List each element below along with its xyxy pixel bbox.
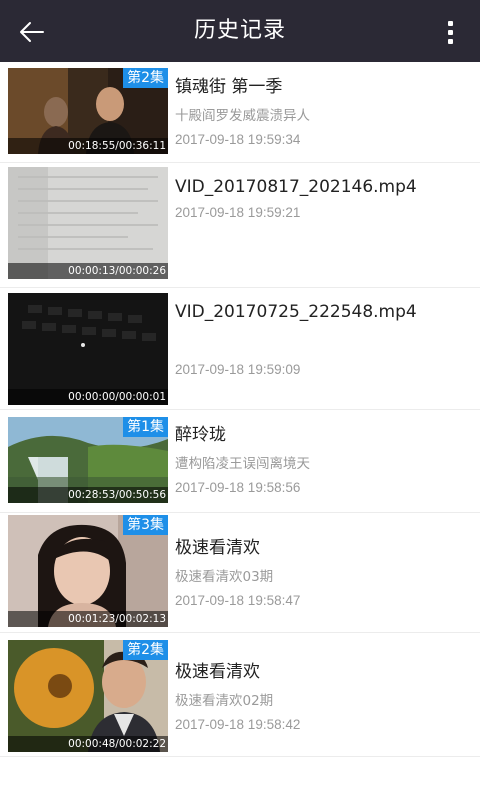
video-title: VID_20170817_202146.mp4: [175, 177, 417, 197]
play-progress: 00:18:55/00:36:11: [8, 138, 168, 154]
episode-badge: 第3集: [123, 515, 168, 535]
arrow-left-icon: [20, 22, 44, 42]
back-button[interactable]: [14, 14, 50, 50]
history-item[interactable]: 第1集 00:28:53/00:50:56 醉玲珑 遭构陷凌王误闯离境天 201…: [0, 410, 480, 513]
watch-time: 2017-09-18 19:58:42: [175, 717, 301, 732]
video-title: 极速看清欢: [175, 538, 260, 558]
play-progress: 00:01:23/00:02:13: [8, 611, 168, 627]
video-subtitle: 十殿阎罗发威震溃异人: [175, 108, 310, 124]
episode-badge: 第2集: [123, 640, 168, 660]
history-item[interactable]: 第2集 00:00:48/00:02:22 极速看清欢 极速看清欢02期 201…: [0, 633, 480, 757]
play-progress: 00:28:53/00:50:56: [8, 487, 168, 503]
watch-time: 2017-09-18 19:59:21: [175, 205, 301, 220]
video-thumbnail: 第2集 00:18:55/00:36:11: [8, 68, 168, 154]
watch-time: 2017-09-18 19:58:47: [175, 593, 301, 608]
video-subtitle: 极速看清欢03期: [175, 569, 274, 585]
video-title: 醉玲珑: [175, 425, 226, 445]
video-title: 极速看清欢: [175, 662, 260, 682]
episode-badge: 第1集: [123, 417, 168, 437]
vertical-dots-icon: [447, 20, 453, 26]
page-title: 历史记录: [193, 18, 286, 43]
video-thumbnail: 第2集 00:00:48/00:02:22: [8, 640, 168, 752]
video-title: VID_20170725_222548.mp4: [175, 302, 417, 322]
watch-time: 2017-09-18 19:59:09: [175, 362, 301, 377]
play-progress: 00:00:13/00:00:26: [8, 263, 168, 279]
video-thumbnail: 第3集 00:01:23/00:02:13: [8, 515, 168, 627]
video-subtitle: 遭构陷凌王误闯离境天: [175, 456, 310, 472]
history-item[interactable]: 00:00:00/00:00:01 VID_20170725_222548.mp…: [0, 288, 480, 410]
episode-badge: 第2集: [123, 68, 168, 88]
video-subtitle: 极速看清欢02期: [175, 693, 274, 709]
video-title: 镇魂街 第一季: [175, 77, 283, 97]
history-item[interactable]: 第3集 00:01:23/00:02:13 极速看清欢 极速看清欢03期 201…: [0, 513, 480, 633]
video-thumbnail: 第1集 00:28:53/00:50:56: [8, 417, 168, 503]
history-item[interactable]: 00:00:13/00:00:26 VID_20170817_202146.mp…: [0, 163, 480, 288]
history-list: 第2集 00:18:55/00:36:11 镇魂街 第一季 十殿阎罗发威震溃异人…: [0, 62, 480, 800]
watch-time: 2017-09-18 19:58:56: [175, 480, 301, 495]
video-thumbnail: 00:00:13/00:00:26: [8, 167, 168, 279]
top-app-bar: 历史记录: [0, 0, 480, 62]
watch-time: 2017-09-18 19:59:34: [175, 132, 301, 147]
video-thumbnail: 00:00:00/00:00:01: [8, 293, 168, 405]
play-progress: 00:00:48/00:02:22: [8, 736, 168, 752]
more-options-button[interactable]: [438, 14, 462, 50]
history-item[interactable]: 第2集 00:18:55/00:36:11 镇魂街 第一季 十殿阎罗发威震溃异人…: [0, 62, 480, 163]
play-progress: 00:00:00/00:00:01: [8, 389, 168, 405]
